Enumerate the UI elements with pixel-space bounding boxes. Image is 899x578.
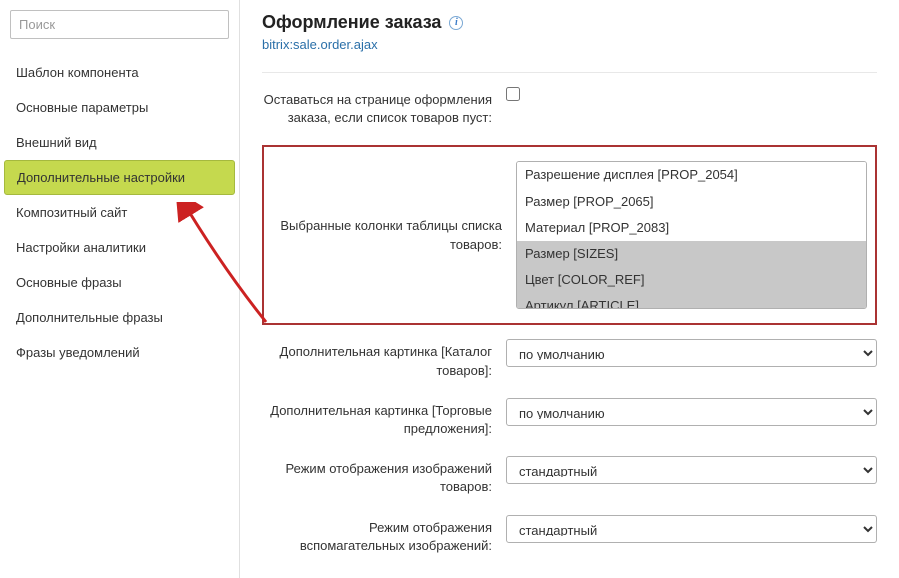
sidebar-item-additional-settings[interactable]: Дополнительные настройки <box>4 160 235 195</box>
columns-option[interactable]: Разрешение дисплея [PROP_2054] <box>517 162 866 188</box>
columns-label: Выбранные колонки таблицы списка товаров… <box>272 161 516 253</box>
img-mode-select[interactable]: стандартный <box>506 456 877 484</box>
sidebar-item-main-params[interactable]: Основные параметры <box>0 90 239 125</box>
component-code: bitrix:sale.order.ajax <box>262 37 877 52</box>
sidebar-nav: Шаблон компонента Основные параметры Вне… <box>0 51 239 374</box>
sidebar-item-phrases-notify[interactable]: Фразы уведомлений <box>0 335 239 370</box>
extra-image-offers-label: Дополнительная картинка [Торговые предло… <box>262 398 506 438</box>
sidebar: Шаблон компонента Основные параметры Вне… <box>0 0 240 578</box>
sidebar-item-appearance[interactable]: Внешний вид <box>0 125 239 160</box>
extra-image-offers-select[interactable]: по умолчанию <box>506 398 877 426</box>
columns-option[interactable]: Размер [PROP_2065] <box>517 189 866 215</box>
extra-image-catalog-select[interactable]: по умолчанию <box>506 339 877 367</box>
sidebar-item-phrases-main[interactable]: Основные фразы <box>0 265 239 300</box>
columns-row-highlighted: Выбранные колонки таблицы списка товаров… <box>262 145 877 325</box>
aux-img-mode-label: Режим отображения вспомагательных изобра… <box>262 515 506 555</box>
search-input[interactable] <box>10 10 229 39</box>
extra-image-catalog-label: Дополнительная картинка [Каталог товаров… <box>262 339 506 379</box>
columns-option[interactable]: Размер [SIZES] <box>517 241 866 267</box>
aux-img-mode-select[interactable]: стандартный <box>506 515 877 543</box>
sidebar-item-analytics[interactable]: Настройки аналитики <box>0 230 239 265</box>
page-title: Оформление заказа <box>262 12 441 33</box>
columns-option[interactable]: Артикул [ARTICLE] <box>517 293 866 309</box>
info-icon[interactable]: i <box>449 16 463 30</box>
stay-on-page-checkbox[interactable] <box>506 87 520 101</box>
columns-option[interactable]: Материал [PROP_2083] <box>517 215 866 241</box>
main-panel: Оформление заказа i bitrix:sale.order.aj… <box>240 0 899 578</box>
img-mode-label: Режим отображения изображений товаров: <box>262 456 506 496</box>
divider <box>262 72 877 73</box>
sidebar-item-composite[interactable]: Композитный сайт <box>0 195 239 230</box>
stay-on-page-label: Оставаться на странице оформления заказа… <box>262 87 506 127</box>
columns-multiselect[interactable]: Разрешение дисплея [PROP_2054] Размер [P… <box>516 161 867 309</box>
columns-option[interactable]: Цвет [COLOR_REF] <box>517 267 866 293</box>
sidebar-item-phrases-additional[interactable]: Дополнительные фразы <box>0 300 239 335</box>
sidebar-item-template[interactable]: Шаблон компонента <box>0 55 239 90</box>
